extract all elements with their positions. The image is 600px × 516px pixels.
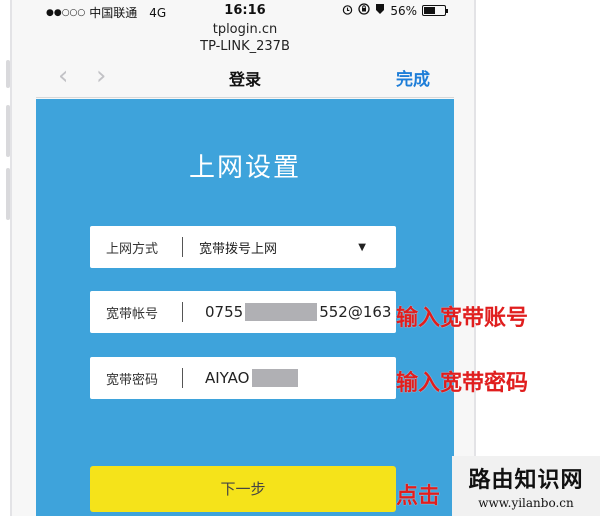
url-host: tplogin.cn — [212, 22, 278, 37]
battery-percent: 56% — [390, 3, 417, 18]
connection-type-select[interactable]: 上网方式 宽带拨号上网 ▼ — [90, 226, 396, 268]
watermark: 路由知识网 www.yilanbo.cn — [452, 456, 600, 516]
redaction-mask — [251, 369, 298, 387]
watermark-title: 路由知识网 — [468, 468, 584, 493]
account-label: 宽带帐号 — [106, 306, 159, 322]
password-label: 宽带密码 — [106, 372, 159, 388]
annotation-account-hint: 输入宽带账号 — [396, 306, 529, 331]
password-field[interactable]: 宽带密码 AIYAO — [90, 357, 396, 399]
status-bar: ●●○○○ 中国联通 4G 16:16 56% — [36, 0, 454, 22]
account-field[interactable]: 宽带帐号 0755 552@163 — [90, 291, 396, 333]
connection-type-label: 上网方式 — [106, 241, 159, 257]
annotation-click-hint: 点击 — [396, 484, 441, 509]
nav-bar: ‹ › 登录 完成 — [36, 56, 454, 98]
phone-frame: ●●○○○ 中国联通 4G 16:16 56% tplogin.cn TP-LI… — [10, 0, 476, 516]
address-bar[interactable]: tplogin.cn TP-LINK_237B — [36, 22, 454, 56]
phone-screen: ●●○○○ 中国联通 4G 16:16 56% tplogin.cn TP-LI… — [36, 0, 454, 516]
redaction-mask — [245, 303, 318, 321]
password-input[interactable]: AIYAO — [183, 369, 396, 387]
account-value-prefix: 0755 — [205, 303, 244, 321]
dropdown-arrow-icon[interactable]: ▼ — [358, 242, 366, 253]
setup-form: 上网设置 上网方式 宽带拨号上网 ▼ 宽带帐号 0755 552@163 宽带密… — [36, 99, 454, 516]
annotation-password-hint: 输入宽带密码 — [396, 371, 529, 396]
next-step-button[interactable]: 下一步 — [90, 466, 396, 512]
location-icon — [375, 3, 385, 18]
form-heading: 上网设置 — [188, 153, 301, 183]
account-value-suffix: 552@163 — [319, 303, 392, 321]
page-title: TP-LINK_237B — [200, 39, 290, 54]
nav-title: 登录 — [228, 70, 261, 89]
password-value-prefix: AIYAO — [205, 369, 250, 387]
account-input[interactable]: 0755 552@163 — [183, 303, 396, 321]
battery-icon — [422, 5, 448, 16]
rotation-lock-icon — [358, 3, 370, 18]
watermark-url: www.yilanbo.cn — [478, 496, 574, 510]
alarm-icon — [342, 4, 353, 18]
done-button[interactable]: 完成 — [396, 65, 430, 90]
